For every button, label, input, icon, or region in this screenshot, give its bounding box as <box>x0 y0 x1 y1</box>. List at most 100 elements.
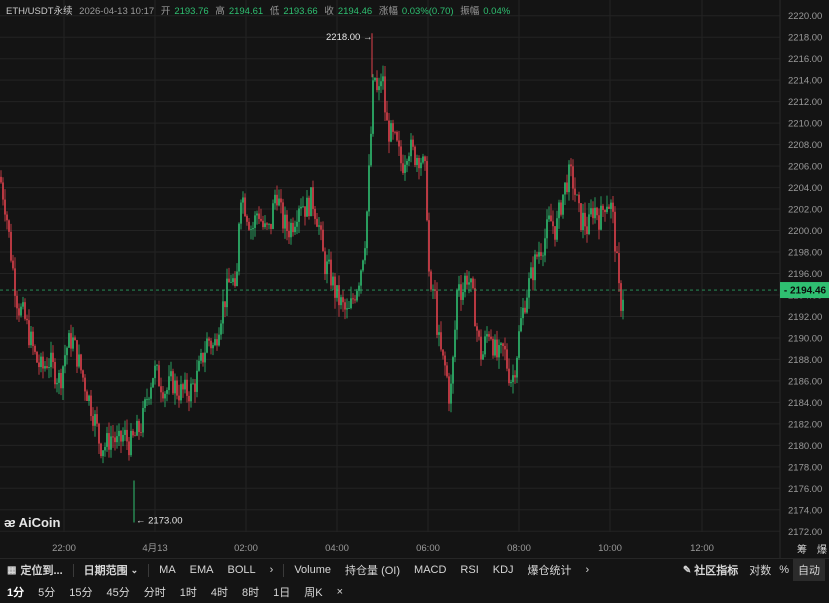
candle-body <box>558 202 560 219</box>
y-tick-label: 2218.00 <box>788 33 822 44</box>
y-tick-label: 2202.00 <box>788 205 822 216</box>
timeframe-1m[interactable]: 1分 <box>0 581 31 603</box>
candle-body <box>82 370 84 378</box>
candle-body <box>350 298 352 309</box>
candle-body <box>454 329 456 358</box>
candle-body <box>140 432 142 433</box>
locate-to-button[interactable]: ▦ 定位到... <box>0 559 70 581</box>
indicator-kdj[interactable]: KDJ <box>486 559 521 581</box>
liquidation-map-button[interactable]: 爆 <box>817 541 827 556</box>
candle-body <box>60 372 62 389</box>
date-range-label: 日期范围 <box>83 565 128 577</box>
timeframe-5m[interactable]: 5分 <box>31 581 62 603</box>
candle-body <box>138 420 140 433</box>
candle-body <box>520 318 522 332</box>
candle-body <box>304 206 306 217</box>
candle-body <box>318 225 320 227</box>
candle-body <box>166 390 168 394</box>
candle-body <box>572 166 574 189</box>
timeframe-4h[interactable]: 4时 <box>204 581 235 603</box>
indicator-macd[interactable]: MACD <box>407 559 453 581</box>
timeframe-timeshare[interactable]: 分时 <box>137 581 173 603</box>
y-tick-label: 2204.00 <box>788 183 822 194</box>
candle-body <box>546 219 548 239</box>
more-main-indicators-arrow[interactable]: › <box>263 559 281 581</box>
percent-scale-toggle[interactable]: % <box>775 559 793 581</box>
candle-body <box>482 354 484 360</box>
auto-scale-toggle[interactable]: 自动 <box>793 559 825 581</box>
candle-body <box>266 223 268 225</box>
candle-body <box>590 208 592 215</box>
candle-body <box>436 290 438 335</box>
candle-body <box>472 278 474 289</box>
candle-body <box>430 271 432 290</box>
symbol-label: ETH/USDT永续 <box>6 6 73 17</box>
candle-body <box>576 194 578 196</box>
date-range-button[interactable]: 日期范围 ⌄ <box>77 559 146 581</box>
timeframe-15m[interactable]: 15分 <box>62 581 99 603</box>
log-scale-toggle[interactable]: 对数 <box>745 559 775 581</box>
candle-body <box>162 392 164 399</box>
candle-body <box>180 384 182 401</box>
timeframe-8h[interactable]: 8时 <box>235 581 266 603</box>
candle-body <box>100 443 102 457</box>
y-tick-label: 2190.00 <box>788 333 822 344</box>
candle-body <box>242 197 244 203</box>
candle-body <box>464 275 466 293</box>
indicator-ema[interactable]: EMA <box>183 559 221 581</box>
candle-body <box>424 156 426 162</box>
candle-body <box>170 371 172 377</box>
more-sub-indicators-arrow[interactable]: › <box>579 559 597 581</box>
candle-body <box>2 182 4 200</box>
candle-body <box>620 283 622 311</box>
candle-body <box>426 161 428 221</box>
candle-body <box>260 218 262 221</box>
timeframe-1h[interactable]: 1时 <box>173 581 204 603</box>
candle-body <box>328 259 330 262</box>
candle-body <box>128 441 130 456</box>
candle-body <box>386 112 388 121</box>
candle-body <box>8 220 10 232</box>
candle-body <box>562 194 564 215</box>
community-indicators-button[interactable]: ✎ 社区指标 <box>676 559 745 581</box>
candlestick-chart[interactable]: 2220.00 2218.00 2216.00 2214.00 2212.00 2210.… <box>0 0 829 558</box>
candle-body <box>544 238 546 256</box>
indicator-liquidation[interactable]: 爆仓统计 <box>521 559 579 581</box>
indicator-rsi[interactable]: RSI <box>453 559 485 581</box>
low-value: 2193.66 <box>283 6 318 17</box>
candle-body <box>174 380 176 394</box>
candle-body <box>592 208 594 219</box>
indicator-boll[interactable]: BOLL <box>221 559 263 581</box>
timeframe-1w[interactable]: 周K <box>297 581 329 603</box>
candle-body <box>362 260 364 271</box>
candle-body <box>88 395 90 402</box>
candle-body <box>168 376 170 391</box>
chip-distribution-button[interactable]: 筹 <box>797 541 807 556</box>
timeframe-45m[interactable]: 45分 <box>100 581 137 603</box>
close-icon[interactable]: × <box>330 581 350 603</box>
candle-body <box>246 216 248 222</box>
close-value: 2194.46 <box>337 6 373 17</box>
candle-body <box>50 352 52 368</box>
candle-body <box>462 292 464 300</box>
candle-body <box>480 336 482 360</box>
candle-body <box>496 339 498 358</box>
candle-body <box>366 211 368 249</box>
indicator-oi[interactable]: 持仓量 (OI) <box>338 559 407 581</box>
candle-body <box>38 362 40 368</box>
candle-body <box>618 253 620 284</box>
indicator-volume[interactable]: Volume <box>287 559 338 581</box>
candle-body <box>16 295 18 309</box>
candle-body <box>148 398 150 400</box>
chart-area[interactable]: 2220.00 2218.00 2216.00 2214.00 2212.00 2210.… <box>0 0 829 558</box>
candle-body <box>74 337 76 341</box>
timeframe-1d[interactable]: 1日 <box>266 581 297 603</box>
candle-body <box>258 213 260 219</box>
indicator-ma[interactable]: MA <box>152 559 183 581</box>
candle-body <box>284 214 286 229</box>
candle-body <box>22 302 24 307</box>
candle-body <box>48 367 50 368</box>
candle-body <box>564 182 566 195</box>
candle-body <box>240 202 242 224</box>
candle-body <box>556 218 558 240</box>
